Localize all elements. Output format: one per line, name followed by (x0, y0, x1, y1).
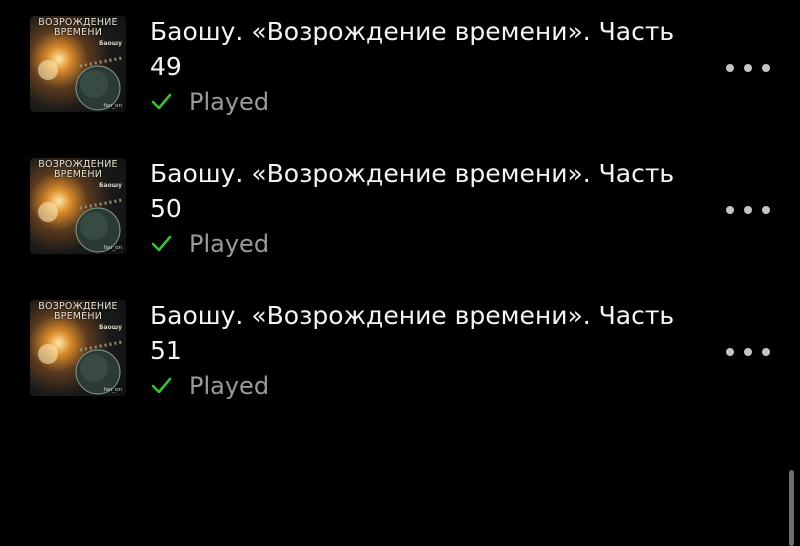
episode-item[interactable]: ВОЗРОЖДЕНИЕ ВРЕМЕНИ Баошу fan_on Баошу. … (0, 0, 800, 120)
played-status: Played (150, 372, 269, 400)
episode-item[interactable]: ВОЗРОЖДЕНИЕ ВРЕМЕНИ Баошу fan_on Баошу. … (0, 284, 800, 404)
check-icon (151, 377, 172, 394)
cover-brand: fan_on (103, 103, 122, 109)
check-icon (151, 93, 172, 110)
more-icon-dot (762, 206, 770, 214)
status-label: Played (189, 230, 270, 258)
more-icon-dot (762, 348, 770, 356)
cover-author: Баошу (98, 40, 122, 47)
more-icon-dot (762, 64, 770, 72)
episode-cover: ВОЗРОЖДЕНИЕ ВРЕМЕНИ Баошу fan_on (30, 16, 126, 112)
played-status: Played (150, 88, 269, 116)
more-options-button[interactable] (726, 56, 770, 80)
more-icon-dot (744, 348, 752, 356)
status-label: Played (189, 88, 270, 116)
more-options-button[interactable] (726, 340, 770, 364)
cover-title: ВОЗРОЖДЕНИЕ ВРЕМЕНИ (38, 159, 118, 180)
episode-cover: ВОЗРОЖДЕНИЕ ВРЕМЕНИ Баошу fan_on (30, 300, 126, 396)
status-label: Played (189, 372, 270, 400)
cover-author: Баошу (98, 182, 122, 189)
cover-brand: fan_on (103, 387, 122, 393)
episode-title[interactable]: Баошу. «Возрождение времени». Часть 50 (150, 156, 710, 226)
cover-title: ВОЗРОЖДЕНИЕ ВРЕМЕНИ (38, 301, 118, 322)
episode-title[interactable]: Баошу. «Возрождение времени». Часть 51 (150, 298, 710, 368)
more-icon-dot (744, 206, 752, 214)
more-options-button[interactable] (726, 198, 770, 222)
more-icon (726, 348, 734, 356)
more-icon-dot (744, 64, 752, 72)
scrollbar[interactable] (789, 470, 794, 546)
more-icon (726, 64, 734, 72)
episode-cover: ВОЗРОЖДЕНИЕ ВРЕМЕНИ Баошу fan_on (30, 158, 126, 254)
cover-title: ВОЗРОЖДЕНИЕ ВРЕМЕНИ (38, 17, 118, 38)
played-status: Played (150, 230, 269, 258)
cover-brand: fan_on (103, 245, 122, 251)
more-icon (726, 206, 734, 214)
episode-title[interactable]: Баошу. «Возрождение времени». Часть 49 (150, 14, 710, 84)
check-icon (151, 235, 172, 252)
episode-item[interactable]: ВОЗРОЖДЕНИЕ ВРЕМЕНИ Баошу fan_on Баошу. … (0, 142, 800, 262)
cover-author: Баошу (98, 324, 122, 331)
